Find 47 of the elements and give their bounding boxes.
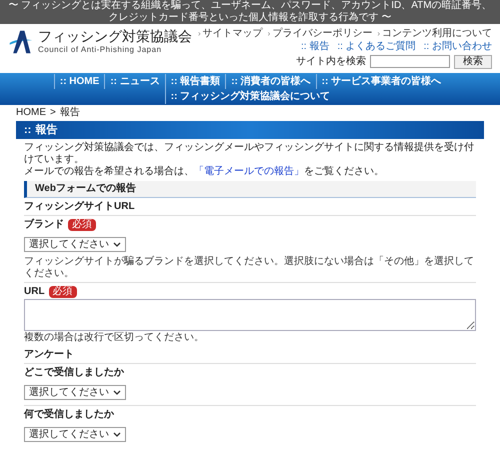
utility-link[interactable]: コンテンツ利用について: [382, 28, 492, 40]
quick-link[interactable]: :: よくあるご質問: [337, 41, 416, 53]
breadcrumb-item[interactable]: HOME: [16, 107, 46, 119]
nav-item[interactable]: :: 消費者の皆様へ: [225, 74, 316, 89]
quick-link[interactable]: :: お問い合わせ: [424, 41, 492, 53]
utility-link[interactable]: プライバシーポリシー: [272, 28, 372, 40]
page-title: 報告: [35, 122, 58, 138]
nav-item[interactable]: :: フィッシング対策協議会について: [164, 89, 336, 104]
nav-item[interactable]: :: 報告書類: [164, 74, 226, 89]
bullet-icon: ›: [198, 28, 201, 40]
nav-item[interactable]: :: ニュース: [104, 74, 165, 89]
utility-link[interactable]: サイトマップ: [202, 28, 263, 40]
field-label: URL: [24, 285, 45, 298]
intro-text: フィッシング対策協議会では、フィッシングメールやフィッシングサイトに関する情報提供を受け付けています。: [24, 142, 475, 166]
dropdown-select[interactable]: 選択してください: [24, 427, 126, 442]
breadcrumb-separator: >: [50, 107, 56, 119]
logo-title: フィッシング対策協議会: [38, 28, 192, 45]
search-label: サイト内を検索: [296, 54, 366, 69]
chevron-down-icon: [113, 242, 121, 248]
chevron-down-icon: [113, 390, 121, 396]
field-hint: 複数の場合は改行で区切ってください。: [24, 332, 205, 344]
required-badge: 必須: [48, 286, 77, 298]
intro-text: メールでの報告を希望される場合は、「電子メールでの報告」をご覧ください。: [24, 166, 385, 178]
section-header: Webフォームでの報告: [24, 181, 476, 198]
bullet-icon: ›: [377, 28, 380, 40]
nav-item[interactable]: :: サービス事業者の皆様へ: [316, 74, 446, 89]
field-hint: フィッシングサイトが騙るブランドを選択してください。選択肢にない場合は「その他」を選択してください。: [24, 256, 475, 280]
group-heading: アンケート: [24, 348, 75, 362]
field-label: ブランド: [24, 218, 64, 231]
search-field[interactable]: [370, 55, 450, 68]
required-badge: 必須: [68, 218, 96, 230]
email-report-link[interactable]: 「電子メールでの報告」: [194, 166, 304, 177]
nav-item[interactable]: :: HOME: [54, 74, 104, 89]
field-label: 何で受信しましたか: [24, 408, 114, 421]
logo-subtitle: Council of Anti-Phishing Japan: [38, 45, 163, 55]
bullet-icon: ›: [268, 28, 270, 40]
dropdown-select[interactable]: 選択してください: [24, 237, 126, 252]
search-button[interactable]: 検索: [454, 54, 492, 68]
group-heading: フィッシングサイトURL: [24, 200, 136, 214]
breadcrumb-item: 報告: [60, 107, 80, 119]
dropdown-select[interactable]: 選択してください: [24, 385, 126, 400]
title-marker: ::: [24, 123, 32, 138]
quick-link[interactable]: :: 報告: [300, 41, 330, 53]
chevron-down-icon: [113, 432, 121, 438]
field-label: どこで受信しましたか: [24, 366, 124, 379]
url-textarea[interactable]: [24, 299, 476, 331]
logo-icon: [8, 28, 34, 54]
